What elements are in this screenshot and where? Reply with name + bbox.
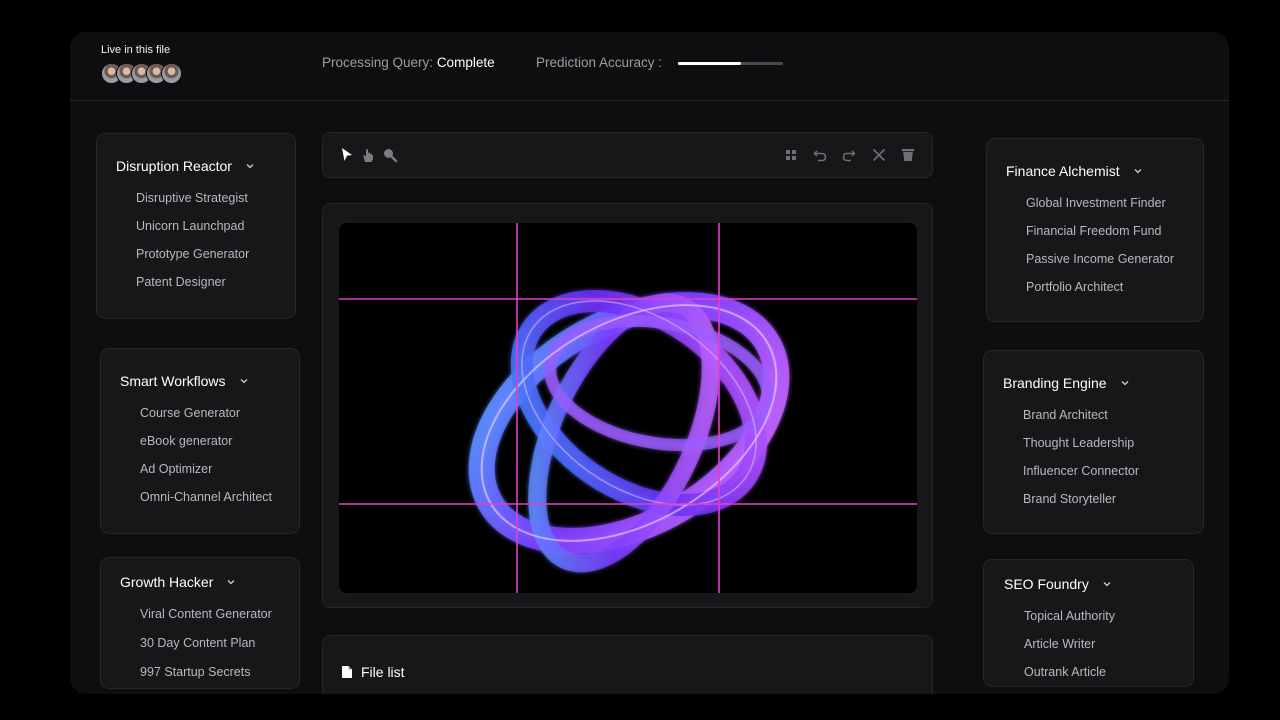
panel-seo-foundry: SEO Foundry Topical Authority Article Wr… bbox=[983, 559, 1194, 687]
app-window: Live in this file Processing Query: Comp… bbox=[70, 32, 1229, 694]
list-item[interactable]: Course Generator bbox=[140, 405, 272, 433]
processing-query-status: Processing Query: Complete bbox=[322, 55, 495, 70]
design-canvas[interactable] bbox=[339, 223, 917, 593]
prediction-accuracy-bar bbox=[678, 62, 783, 65]
canvas-panel bbox=[322, 203, 933, 608]
panel-title: Finance Alchemist bbox=[1006, 163, 1120, 179]
zoom-icon[interactable] bbox=[382, 147, 398, 163]
trash-icon[interactable] bbox=[900, 147, 916, 163]
list-item[interactable]: Portfolio Architect bbox=[1026, 279, 1174, 307]
chevron-down-icon[interactable] bbox=[225, 576, 237, 588]
undo-icon[interactable] bbox=[812, 147, 828, 163]
panel-header[interactable]: Disruption Reactor bbox=[116, 158, 256, 174]
file-list-header[interactable]: File list bbox=[341, 664, 405, 680]
panel-item-list: Topical Authority Article Writer Outrank… bbox=[1024, 608, 1115, 692]
processing-query-value: Complete bbox=[436, 55, 495, 70]
hand-icon[interactable] bbox=[360, 147, 376, 163]
collaborator-avatars[interactable] bbox=[101, 63, 182, 84]
prediction-accuracy-fill bbox=[678, 62, 741, 65]
redo-icon[interactable] bbox=[841, 147, 857, 163]
panel-branding-engine: Branding Engine Brand Architect Thought … bbox=[983, 350, 1204, 534]
list-item[interactable]: Financial Freedom Fund bbox=[1026, 223, 1174, 251]
processing-query-label: Processing Query: bbox=[322, 55, 434, 70]
panel-item-list: Brand Architect Thought Leadership Influ… bbox=[1023, 407, 1139, 519]
abstract-ring-artwork[interactable] bbox=[339, 223, 917, 593]
chevron-down-icon[interactable] bbox=[1132, 165, 1144, 177]
list-item[interactable]: Brand Storyteller bbox=[1023, 491, 1139, 519]
panel-header[interactable]: Branding Engine bbox=[1003, 375, 1131, 391]
chevron-down-icon[interactable] bbox=[1101, 578, 1113, 590]
list-item[interactable]: Thought Leadership bbox=[1023, 435, 1139, 463]
list-item[interactable]: Influencer Connector bbox=[1023, 463, 1139, 491]
panel-item-list: Disruptive Strategist Unicorn Launchpad … bbox=[136, 190, 249, 302]
list-item[interactable]: Ad Optimizer bbox=[140, 461, 272, 489]
panel-title: Growth Hacker bbox=[120, 574, 214, 590]
list-item[interactable]: Article Writer bbox=[1024, 636, 1115, 664]
list-item[interactable]: 30 Day Content Plan bbox=[140, 635, 272, 664]
list-item[interactable]: Passive Income Generator bbox=[1026, 251, 1174, 279]
list-item[interactable]: Topical Authority bbox=[1024, 608, 1115, 636]
avatar[interactable] bbox=[161, 63, 182, 84]
list-item[interactable]: Disruptive Strategist bbox=[136, 190, 249, 218]
panel-finance-alchemist: Finance Alchemist Global Investment Find… bbox=[986, 138, 1204, 322]
prediction-accuracy-label: Prediction Accuracy : bbox=[536, 55, 663, 70]
top-bar: Live in this file Processing Query: Comp… bbox=[70, 32, 1229, 101]
live-in-file-label: Live in this file bbox=[101, 44, 171, 56]
panel-item-list: Viral Content Generator 30 Day Content P… bbox=[140, 606, 272, 693]
panel-header[interactable]: SEO Foundry bbox=[1004, 576, 1113, 592]
file-list-panel: File list bbox=[322, 635, 933, 694]
pointer-icon[interactable] bbox=[339, 147, 355, 163]
panel-header[interactable]: Growth Hacker bbox=[120, 574, 237, 590]
panel-title: Disruption Reactor bbox=[116, 158, 232, 174]
panel-title: Branding Engine bbox=[1003, 375, 1107, 391]
list-item[interactable]: 997 Startup Secrets bbox=[140, 664, 272, 693]
panel-smart-workflows: Smart Workflows Course Generator eBook g… bbox=[100, 348, 300, 534]
panel-item-list: Global Investment Finder Financial Freed… bbox=[1026, 195, 1174, 307]
panel-disruption-reactor: Disruption Reactor Disruptive Strategist… bbox=[96, 133, 296, 319]
list-item[interactable]: Omni-Channel Architect bbox=[140, 489, 272, 517]
panel-header[interactable]: Smart Workflows bbox=[120, 373, 250, 389]
panel-item-list: Course Generator eBook generator Ad Opti… bbox=[140, 405, 272, 517]
panel-title: Smart Workflows bbox=[120, 373, 226, 389]
panel-growth-hacker: Growth Hacker Viral Content Generator 30… bbox=[100, 557, 300, 689]
panel-header[interactable]: Finance Alchemist bbox=[1006, 163, 1144, 179]
list-item[interactable]: Outrank Article bbox=[1024, 664, 1115, 692]
chevron-down-icon[interactable] bbox=[238, 375, 250, 387]
close-icon[interactable] bbox=[871, 147, 887, 163]
list-item[interactable]: Unicorn Launchpad bbox=[136, 218, 249, 246]
canvas-toolbar bbox=[322, 132, 933, 178]
panel-title: SEO Foundry bbox=[1004, 576, 1089, 592]
list-item[interactable]: Prototype Generator bbox=[136, 246, 249, 274]
list-item[interactable]: Global Investment Finder bbox=[1026, 195, 1174, 223]
file-icon bbox=[342, 666, 352, 678]
list-item[interactable]: Viral Content Generator bbox=[140, 606, 272, 635]
file-list-title: File list bbox=[361, 664, 405, 680]
list-item[interactable]: Brand Architect bbox=[1023, 407, 1139, 435]
list-item[interactable]: eBook generator bbox=[140, 433, 272, 461]
grid-icon[interactable] bbox=[783, 147, 799, 163]
chevron-down-icon[interactable] bbox=[1119, 377, 1131, 389]
chevron-down-icon[interactable] bbox=[244, 160, 256, 172]
list-item[interactable]: Patent Designer bbox=[136, 274, 249, 302]
